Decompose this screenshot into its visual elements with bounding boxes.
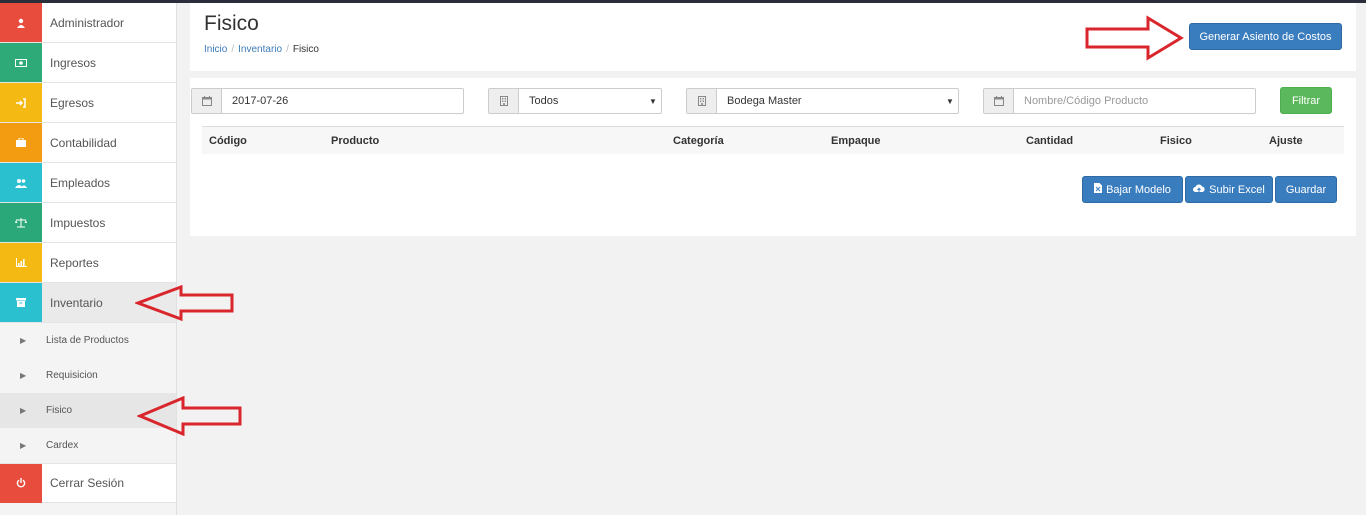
table-header: Código Producto Categoría Empaque Cantid… xyxy=(202,126,1344,154)
sidebar-item-contabilidad[interactable]: Contabilidad xyxy=(0,123,176,163)
sidebar-subitem-label: Lista de Productos xyxy=(46,335,129,346)
sidebar-item-administrador[interactable]: Administrador xyxy=(0,3,176,43)
product-search-field[interactable]: Nombre/Código Producto xyxy=(983,88,1256,114)
upload-excel-button[interactable]: Subir Excel xyxy=(1185,176,1273,203)
cloud-upload-icon xyxy=(1193,184,1205,196)
sign-in-icon xyxy=(0,83,42,122)
category-select[interactable]: Todos ▼ xyxy=(488,88,662,114)
date-value: 2017-07-26 xyxy=(232,95,289,107)
generate-cost-entry-button[interactable]: Generar Asiento de Costos xyxy=(1189,23,1342,50)
product-search-placeholder: Nombre/Código Producto xyxy=(1024,95,1149,107)
content-panel: 2017-07-26 Todos ▼ Bodega Master ▼ Nombr… xyxy=(190,78,1356,236)
column-header-cantidad[interactable]: Cantidad xyxy=(1026,135,1073,147)
caret-right-icon: ▶ xyxy=(20,371,27,380)
download-template-label: Bajar Modelo xyxy=(1106,183,1171,196)
building-icon xyxy=(687,89,717,113)
caret-right-icon: ▶ xyxy=(20,406,27,415)
page-title: Fisico xyxy=(204,12,259,35)
sidebar: Administrador Ingresos Egresos Contabili… xyxy=(0,3,177,515)
warehouse-select[interactable]: Bodega Master ▼ xyxy=(686,88,959,114)
power-icon xyxy=(0,463,42,503)
filter-button[interactable]: Filtrar xyxy=(1280,87,1332,114)
download-template-button[interactable]: Bajar Modelo xyxy=(1082,176,1183,203)
breadcrumb-separator: / xyxy=(286,44,289,55)
annotation-arrow-icon xyxy=(1085,15,1184,61)
date-field[interactable]: 2017-07-26 xyxy=(191,88,464,114)
sidebar-subitem-label: Fisico xyxy=(46,405,73,416)
sidebar-item-label: Cerrar Sesión xyxy=(50,476,125,490)
sidebar-item-label: Ingresos xyxy=(50,55,97,70)
warehouse-select-value: Bodega Master xyxy=(727,95,802,107)
column-header-categoria[interactable]: Categoría xyxy=(673,135,724,147)
sidebar-item-label: Inventario xyxy=(50,295,103,310)
sidebar-item-ingresos[interactable]: Ingresos xyxy=(0,43,176,83)
sidebar-item-label: Reportes xyxy=(50,255,99,270)
sidebar-item-impuestos[interactable]: Impuestos xyxy=(0,203,176,243)
sidebar-item-egresos[interactable]: Egresos xyxy=(0,83,176,123)
caret-down-icon: ▼ xyxy=(649,96,657,106)
sidebar-subitem-lista-productos[interactable]: ▶ Lista de Productos xyxy=(0,323,176,358)
sidebar-item-cerrar-sesion[interactable]: Cerrar Sesión xyxy=(0,463,176,503)
archive-icon xyxy=(0,283,42,322)
sidebar-item-label: Administrador xyxy=(50,15,125,30)
column-header-codigo[interactable]: Código xyxy=(209,135,247,147)
breadcrumb-home-link[interactable]: Inicio xyxy=(204,44,227,55)
annotation-arrow-icon xyxy=(137,396,242,436)
category-select-value: Todos xyxy=(529,95,559,107)
column-header-fisico[interactable]: Fisico xyxy=(1160,135,1192,147)
users-icon xyxy=(0,163,42,202)
save-button[interactable]: Guardar xyxy=(1275,176,1337,203)
calendar-icon xyxy=(984,89,1014,113)
calendar-icon xyxy=(192,89,222,113)
sidebar-subitem-requisicion[interactable]: ▶ Requisicion xyxy=(0,358,176,393)
caret-right-icon: ▶ xyxy=(20,441,27,450)
money-icon xyxy=(0,43,42,82)
sidebar-item-label: Empleados xyxy=(50,175,111,190)
sidebar-item-empleados[interactable]: Empleados xyxy=(0,163,176,203)
sidebar-item-reportes[interactable]: Reportes xyxy=(0,243,176,283)
sidebar-subitem-label: Requisicion xyxy=(46,370,98,381)
sidebar-subitem-label: Cardex xyxy=(46,440,79,451)
caret-down-icon: ▼ xyxy=(946,96,954,106)
file-excel-icon xyxy=(1094,183,1103,196)
breadcrumb: Inicio / Inventario / Fisico xyxy=(204,44,319,55)
briefcase-icon xyxy=(0,123,42,162)
caret-right-icon: ▶ xyxy=(20,336,27,345)
annotation-arrow-icon xyxy=(135,285,234,321)
column-header-empaque[interactable]: Empaque xyxy=(831,135,881,147)
balance-scale-icon xyxy=(0,203,42,242)
breadcrumb-separator: / xyxy=(231,44,235,55)
sidebar-item-label: Contabilidad xyxy=(50,135,117,150)
breadcrumb-section-link[interactable]: Inventario xyxy=(238,44,282,55)
bar-chart-icon xyxy=(0,243,42,282)
user-icon xyxy=(0,3,42,42)
breadcrumb-current: Fisico xyxy=(292,44,319,55)
upload-excel-label: Subir Excel xyxy=(1209,183,1265,196)
sidebar-item-label: Impuestos xyxy=(50,215,106,230)
sidebar-item-label: Egresos xyxy=(50,95,95,110)
building-icon xyxy=(489,89,519,113)
column-header-ajuste[interactable]: Ajuste xyxy=(1269,135,1303,147)
column-header-producto[interactable]: Producto xyxy=(331,135,379,147)
